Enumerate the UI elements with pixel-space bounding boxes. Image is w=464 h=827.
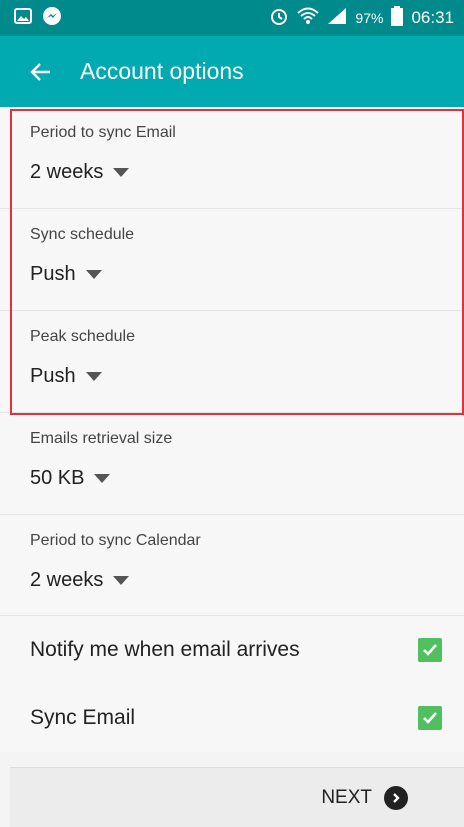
setting-period-sync-email[interactable]: Period to sync Email 2 weeks	[0, 107, 464, 209]
dropdown-value: 2 weeks	[30, 161, 104, 183]
wifi-icon	[297, 7, 320, 30]
dropdown-arrow-icon	[85, 269, 102, 279]
signal-icon	[327, 7, 347, 30]
setting-sync-schedule[interactable]: Sync schedule Push	[0, 209, 464, 311]
next-label: NEXT	[321, 786, 372, 808]
dropdown-value: Push	[30, 263, 76, 285]
alarm-icon	[269, 6, 289, 31]
page-title: Account options	[80, 58, 244, 84]
setting-label: Period to sync Calendar	[30, 532, 201, 549]
dropdown-arrow-icon	[85, 371, 102, 381]
arrow-back-icon[interactable]	[30, 60, 54, 84]
notify-checkbox[interactable]	[418, 638, 442, 662]
setting-dropdown[interactable]: 2 weeks	[30, 157, 130, 187]
battery-icon	[391, 5, 404, 31]
setting-label: Peak schedule	[30, 328, 135, 345]
check-icon	[423, 644, 437, 656]
setting-emails-retrieval-size[interactable]: Emails retrieval size 50 KB	[0, 413, 464, 515]
setting-dropdown[interactable]: 50 KB	[30, 463, 111, 493]
checkbox-row-sync-email[interactable]: Sync Email	[0, 684, 464, 752]
setting-label: Sync schedule	[30, 226, 135, 243]
next-button[interactable]: NEXT	[321, 785, 408, 810]
status-bar-left	[14, 6, 62, 31]
checkbox-row-notify[interactable]: Notify me when email arrives	[0, 616, 464, 684]
dropdown-value: 2 weeks	[30, 569, 104, 591]
dropdown-arrow-icon	[113, 575, 130, 585]
setting-dropdown[interactable]: 2 weeks	[30, 565, 130, 595]
messenger-icon	[42, 6, 62, 31]
sync-email-checkbox[interactable]	[418, 706, 442, 730]
status-bar-right: 97% 06:31	[269, 5, 454, 31]
settings-list: Period to sync Email 2 weeks Sync schedu…	[0, 107, 464, 752]
checkbox-label: Notify me when email arrives	[30, 638, 300, 661]
setting-peak-schedule[interactable]: Peak schedule Push	[0, 311, 464, 413]
battery-percent: 97%	[355, 10, 384, 26]
gallery-icon	[14, 7, 32, 30]
check-icon	[423, 712, 437, 724]
clock: 06:31	[411, 8, 454, 27]
dropdown-arrow-icon	[94, 473, 111, 483]
chevron-right-circle-icon	[384, 785, 408, 810]
app-bar: Account options	[0, 36, 464, 107]
setting-dropdown[interactable]: Push	[30, 361, 102, 391]
setting-label: Emails retrieval size	[30, 430, 173, 447]
dropdown-value: 50 KB	[30, 467, 85, 489]
setting-label: Period to sync Email	[30, 124, 176, 141]
bottom-bar: NEXT	[10, 767, 464, 827]
setting-period-sync-calendar[interactable]: Period to sync Calendar 2 weeks	[0, 515, 464, 616]
dropdown-value: Push	[30, 365, 76, 387]
status-bar: 97% 06:31	[0, 0, 464, 36]
dropdown-arrow-icon	[113, 167, 130, 177]
checkbox-label: Sync Email	[30, 706, 136, 729]
setting-dropdown[interactable]: Push	[30, 259, 102, 289]
